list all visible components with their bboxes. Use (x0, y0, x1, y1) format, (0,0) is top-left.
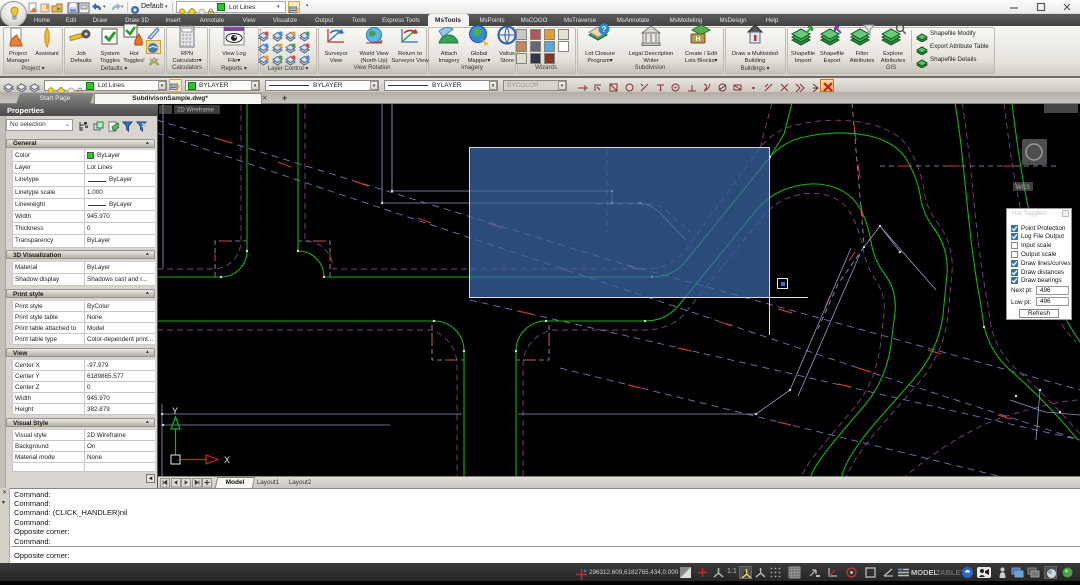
svg-text:?: ? (602, 25, 607, 34)
svg-text:2D Wireframe: 2D Wireframe (177, 108, 215, 114)
svg-text:X: X (224, 455, 230, 465)
svg-text:WCS: WCS (1016, 185, 1030, 191)
svg-text:Y: Y (172, 406, 178, 416)
svg-text:H: H (695, 36, 700, 43)
